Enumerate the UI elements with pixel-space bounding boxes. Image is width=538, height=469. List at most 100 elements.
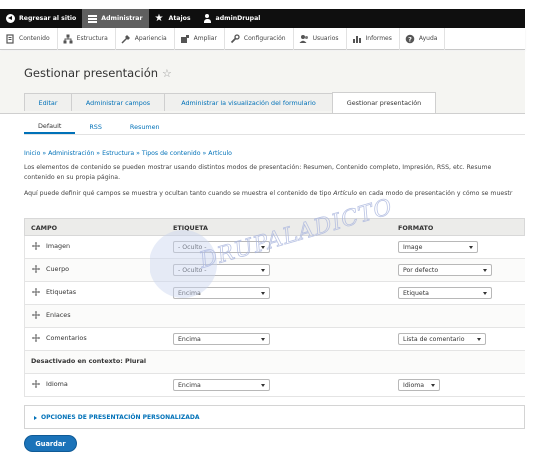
custom-display-settings: OPCIONES DE PRESENTACIÓN PERSONALIZADA — [24, 405, 525, 429]
help-text-line-3: Aquí puede definir qué campos se muestra… — [24, 189, 512, 199]
menu-item-users[interactable]: Usuarios — [294, 27, 347, 50]
chevron-down-icon — [261, 246, 265, 249]
table-row-region-disabled: Desactivado en contexto: Plural — [24, 351, 525, 374]
field-label: Imagen — [46, 242, 71, 250]
format-select[interactable]: Etiqueta — [398, 287, 492, 299]
save-button-label: Guardar — [35, 439, 66, 448]
toolbar-user[interactable]: adminDrupal — [197, 9, 267, 28]
drag-handle-icon[interactable] — [32, 288, 40, 296]
tab-manage-form-display[interactable]: Administrar la visualización del formula… — [164, 93, 333, 111]
table-header: CAMPO ETIQUETA FORMATO — [24, 218, 525, 236]
format-select[interactable]: Lista de comentario — [398, 333, 486, 345]
back-arrow-icon — [6, 14, 15, 23]
chevron-down-icon — [261, 269, 265, 272]
toolbar-manage[interactable]: Administrar — [82, 9, 149, 28]
breadcrumb[interactable]: Inicio » Administración » Estructura » T… — [24, 150, 232, 157]
drag-handle-icon[interactable] — [32, 380, 40, 388]
subtab-default[interactable]: Default — [24, 120, 76, 134]
save-button[interactable]: Guardar — [24, 435, 77, 452]
chevron-down-icon — [477, 338, 481, 341]
field-name: Imagen — [32, 242, 70, 250]
reports-icon — [352, 34, 362, 44]
menu-item-extend[interactable]: Ampliar — [175, 27, 225, 50]
menu-item-reports[interactable]: Informes — [347, 27, 400, 50]
primary-tabs: Editar Administrar campos Administrar la… — [24, 92, 436, 113]
content-icon — [5, 33, 15, 44]
chevron-down-icon — [483, 269, 487, 272]
field-name: Comentarios — [32, 334, 87, 342]
column-header-format: FORMATO — [398, 224, 434, 232]
menu-item-content[interactable]: Contenido — [0, 27, 58, 50]
star-outline-icon[interactable]: ☆ — [162, 67, 172, 80]
format-select[interactable]: Image — [398, 241, 478, 253]
wrench-icon — [230, 33, 240, 44]
tab-label: Administrar la visualización del formula… — [181, 98, 316, 107]
extend-icon — [180, 34, 190, 44]
label-select[interactable]: Encima — [173, 379, 270, 391]
toolbar-item-label: adminDrupal — [215, 15, 261, 22]
label-select[interactable]: Encima — [173, 287, 270, 299]
subtab-label: RSS — [89, 123, 102, 131]
drag-handle-icon[interactable] — [32, 311, 40, 319]
table-row-links: Enlaces — [24, 305, 525, 328]
subtabs-divider — [24, 134, 525, 135]
toolbar-back-to-site[interactable]: Regresar al sitio — [0, 9, 82, 28]
tab-manage-fields[interactable]: Administrar campos — [71, 93, 165, 111]
custom-display-settings-toggle[interactable]: OPCIONES DE PRESENTACIÓN PERSONALIZADA — [34, 414, 199, 421]
format-select[interactable]: Por defecto — [398, 264, 492, 276]
field-label: Enlaces — [46, 311, 71, 319]
drag-handle-icon[interactable] — [32, 334, 40, 342]
content-type-name: Artículo — [333, 190, 357, 197]
select-value: Etiqueta — [403, 289, 429, 297]
format-select[interactable]: Idioma — [398, 379, 440, 391]
subtab-label: Resumen — [129, 123, 160, 131]
chevron-down-icon — [261, 292, 265, 295]
field-name: Idioma — [32, 380, 68, 388]
users-icon — [299, 34, 309, 44]
field-display-table: CAMPO ETIQUETA FORMATO Imagen - Oculto -… — [24, 218, 525, 397]
field-label: Etiquetas — [46, 288, 77, 296]
menu-item-label: Configuración — [243, 35, 286, 42]
subtab-rss[interactable]: RSS — [75, 120, 116, 134]
table-row-image: Imagen - Oculto - Image — [24, 236, 525, 259]
chevron-down-icon — [469, 246, 473, 249]
tab-edit[interactable]: Editar — [24, 93, 72, 111]
label-select[interactable]: - Oculto - — [173, 264, 270, 276]
menu-item-appearance[interactable]: Apariencia — [116, 27, 175, 50]
caret-right-icon — [34, 415, 37, 420]
select-value: Por defecto — [403, 266, 439, 274]
menu-item-structure[interactable]: Estructura — [58, 27, 116, 50]
tab-manage-display[interactable]: Gestionar presentación — [332, 92, 436, 113]
drag-handle-icon[interactable] — [32, 242, 40, 250]
subtab-teaser[interactable]: Resumen — [116, 120, 174, 134]
chevron-down-icon — [483, 292, 487, 295]
menu-item-help[interactable]: ? Ayuda — [400, 27, 446, 50]
select-value: - Oculto - — [178, 266, 207, 274]
details-summary-label: OPCIONES DE PRESENTACIÓN PERSONALIZADA — [41, 414, 200, 421]
label-select[interactable]: Encima — [173, 333, 270, 345]
table-row-language: Idioma Encima Idioma — [24, 374, 525, 397]
toolbar-shortcuts[interactable]: ★ Atajos — [149, 9, 197, 28]
toolbar-item-label: Administrar — [101, 15, 143, 22]
help-text-line-2: contenido en su propia página. — [24, 174, 121, 181]
select-value: Encima — [178, 381, 201, 389]
menu-item-label: Estructura — [76, 35, 108, 42]
select-value: Encima — [178, 289, 201, 297]
help-text-part: Aquí puede definir qué campos se muestra… — [24, 190, 334, 197]
menu-item-configuration[interactable]: Configuración — [225, 27, 294, 50]
drag-handle-icon[interactable] — [32, 265, 40, 273]
table-row-body: Cuerpo - Oculto - Por defecto — [24, 259, 525, 282]
tab-label: Gestionar presentación — [346, 99, 422, 107]
chevron-down-icon — [431, 384, 435, 387]
field-name: Etiquetas — [32, 288, 76, 296]
menu-item-label: Contenido — [19, 35, 50, 42]
label-select[interactable]: - Oculto - — [173, 241, 270, 253]
menu-item-label: Apariencia — [134, 35, 167, 42]
field-name: Enlaces — [32, 311, 71, 319]
select-value: Idioma — [403, 381, 425, 389]
help-text-line-1: Los elementos de contenido se pueden mos… — [24, 164, 492, 171]
help-text-part: en cada modo de presentación y cómo se m… — [357, 190, 513, 197]
table-row-comments: Comentarios Encima Lista de comentario — [24, 328, 525, 351]
select-value: Encima — [178, 335, 201, 343]
region-title: Desactivado en contexto: Plural — [31, 357, 147, 365]
